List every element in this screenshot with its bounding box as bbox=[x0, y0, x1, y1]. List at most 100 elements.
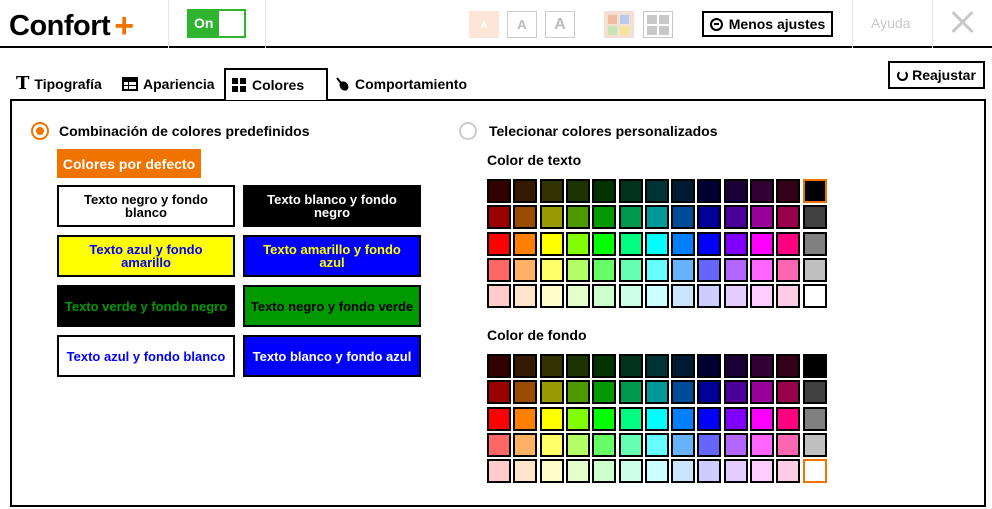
default-colors-button[interactable]: Colores por defecto bbox=[57, 149, 201, 178]
font-size-small-button[interactable]: A bbox=[469, 11, 499, 38]
bg-color-swatch[interactable] bbox=[565, 432, 590, 457]
bg-color-swatch[interactable] bbox=[776, 380, 801, 405]
bg-color-swatch[interactable] bbox=[750, 380, 774, 405]
bg-color-swatch[interactable] bbox=[723, 354, 748, 378]
text-color-swatch[interactable] bbox=[644, 231, 669, 256]
text-color-swatch[interactable] bbox=[513, 231, 538, 256]
text-color-swatch[interactable] bbox=[644, 284, 669, 309]
text-color-swatch[interactable] bbox=[750, 231, 774, 256]
bg-color-swatch[interactable] bbox=[802, 354, 827, 378]
bg-color-swatch[interactable] bbox=[487, 380, 511, 405]
color-combo-button[interactable]: Texto blanco y fondo negro bbox=[243, 185, 421, 227]
bg-color-swatch[interactable] bbox=[697, 459, 722, 484]
text-color-swatch[interactable] bbox=[618, 284, 643, 309]
text-color-swatch[interactable] bbox=[513, 257, 538, 282]
text-color-swatch[interactable] bbox=[565, 231, 590, 256]
text-color-swatch[interactable] bbox=[618, 257, 643, 282]
text-color-swatch[interactable] bbox=[618, 205, 643, 230]
tab-typography[interactable]: T Tipografía bbox=[16, 68, 102, 99]
bg-color-swatch[interactable] bbox=[802, 380, 827, 405]
text-color-swatch[interactable] bbox=[697, 231, 722, 256]
help-link[interactable]: Ayuda bbox=[871, 15, 910, 31]
less-settings-button[interactable]: Menos ajustes bbox=[702, 11, 833, 37]
bg-color-swatch[interactable] bbox=[723, 380, 748, 405]
text-color-swatch[interactable] bbox=[671, 257, 696, 282]
text-color-swatch[interactable] bbox=[592, 179, 617, 203]
color-combo-button[interactable]: Texto amarillo y fondo azul bbox=[243, 235, 421, 277]
text-color-swatch[interactable] bbox=[644, 179, 669, 203]
text-color-swatch[interactable] bbox=[565, 205, 590, 230]
text-color-swatch[interactable] bbox=[723, 284, 748, 309]
text-color-swatch[interactable] bbox=[671, 284, 696, 309]
bg-color-swatch[interactable] bbox=[513, 354, 538, 378]
bg-color-swatch[interactable] bbox=[618, 354, 643, 378]
bg-color-swatch[interactable] bbox=[618, 459, 643, 484]
bg-color-swatch[interactable] bbox=[644, 406, 669, 431]
text-color-swatch[interactable] bbox=[513, 284, 538, 309]
text-color-swatch[interactable] bbox=[487, 231, 511, 256]
text-color-swatch[interactable] bbox=[802, 284, 827, 309]
bg-color-swatch[interactable] bbox=[644, 432, 669, 457]
bg-color-swatch[interactable] bbox=[513, 380, 538, 405]
text-color-swatch[interactable] bbox=[723, 257, 748, 282]
font-size-large-button[interactable]: A bbox=[545, 11, 575, 38]
text-color-swatch[interactable] bbox=[487, 284, 511, 309]
grid-icon[interactable] bbox=[643, 11, 673, 38]
custom-radio[interactable] bbox=[459, 122, 477, 140]
bg-color-swatch[interactable] bbox=[644, 459, 669, 484]
color-scheme-icon[interactable] bbox=[604, 11, 634, 38]
bg-color-swatch[interactable] bbox=[697, 432, 722, 457]
bg-color-swatch[interactable] bbox=[539, 406, 564, 431]
text-color-swatch[interactable] bbox=[802, 231, 827, 256]
text-color-swatch[interactable] bbox=[723, 205, 748, 230]
text-color-swatch[interactable] bbox=[592, 205, 617, 230]
text-color-swatch[interactable] bbox=[644, 205, 669, 230]
tab-behavior[interactable]: Comportamiento bbox=[334, 68, 467, 99]
bg-color-swatch[interactable] bbox=[776, 432, 801, 457]
bg-color-swatch[interactable] bbox=[513, 459, 538, 484]
bg-color-swatch[interactable] bbox=[618, 380, 643, 405]
bg-color-swatch[interactable] bbox=[539, 354, 564, 378]
bg-color-swatch[interactable] bbox=[565, 406, 590, 431]
bg-color-swatch[interactable] bbox=[513, 432, 538, 457]
text-color-swatch[interactable] bbox=[487, 179, 511, 203]
bg-color-swatch[interactable] bbox=[487, 459, 511, 484]
color-combo-button[interactable]: Texto azul y fondo blanco bbox=[57, 335, 235, 377]
bg-color-swatch[interactable] bbox=[592, 380, 617, 405]
text-color-swatch[interactable] bbox=[539, 257, 564, 282]
text-color-swatch[interactable] bbox=[565, 257, 590, 282]
bg-color-swatch[interactable] bbox=[750, 459, 774, 484]
text-color-swatch[interactable] bbox=[697, 257, 722, 282]
bg-color-swatch[interactable] bbox=[750, 354, 774, 378]
bg-color-swatch[interactable] bbox=[487, 354, 511, 378]
bg-color-swatch[interactable] bbox=[565, 354, 590, 378]
text-color-swatch[interactable] bbox=[723, 231, 748, 256]
bg-color-swatch[interactable] bbox=[565, 380, 590, 405]
bg-color-swatch[interactable] bbox=[723, 459, 748, 484]
text-color-swatch[interactable] bbox=[776, 179, 801, 203]
bg-color-swatch[interactable] bbox=[487, 406, 511, 431]
text-color-swatch[interactable] bbox=[697, 179, 722, 203]
text-color-swatch[interactable] bbox=[776, 257, 801, 282]
text-color-swatch[interactable] bbox=[513, 179, 538, 203]
bg-color-swatch[interactable] bbox=[776, 354, 801, 378]
bg-color-swatch[interactable] bbox=[592, 406, 617, 431]
bg-color-swatch[interactable] bbox=[671, 406, 696, 431]
text-color-swatch[interactable] bbox=[487, 257, 511, 282]
bg-color-swatch[interactable] bbox=[750, 406, 774, 431]
close-icon[interactable] bbox=[947, 6, 979, 38]
bg-color-swatch[interactable] bbox=[539, 380, 564, 405]
bg-color-swatch[interactable] bbox=[539, 432, 564, 457]
text-color-swatch[interactable] bbox=[750, 179, 774, 203]
on-off-toggle[interactable]: On bbox=[187, 9, 246, 38]
text-color-swatch[interactable] bbox=[513, 205, 538, 230]
text-color-swatch[interactable] bbox=[644, 257, 669, 282]
text-color-swatch[interactable] bbox=[802, 179, 827, 203]
reset-button[interactable]: Reajustar bbox=[888, 61, 985, 89]
bg-color-swatch[interactable] bbox=[671, 380, 696, 405]
bg-color-swatch[interactable] bbox=[592, 354, 617, 378]
text-color-swatch[interactable] bbox=[592, 284, 617, 309]
bg-color-swatch[interactable] bbox=[697, 406, 722, 431]
text-color-swatch[interactable] bbox=[802, 257, 827, 282]
text-color-swatch[interactable] bbox=[697, 284, 722, 309]
